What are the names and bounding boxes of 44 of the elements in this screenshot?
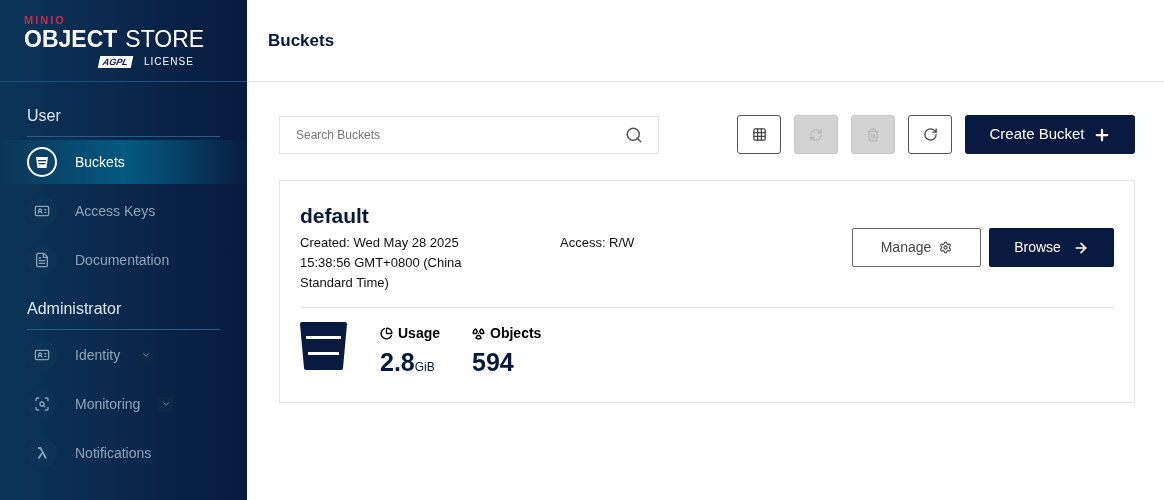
search-icon	[625, 125, 643, 144]
nav-label: Documentation	[75, 250, 170, 270]
radiation-icon	[472, 327, 486, 340]
toolbar-button[interactable]	[908, 115, 952, 154]
objects-label: Objects	[490, 324, 542, 343]
access-label: Access: R/W	[560, 234, 635, 252]
nav-label: Access Keys	[75, 201, 156, 221]
trash-icon	[866, 127, 880, 142]
section-heading: User	[27, 107, 61, 124]
nav-label: Notifications	[75, 443, 152, 463]
product-name-bold: OBJECT	[24, 28, 118, 51]
pie-chart-icon	[380, 327, 393, 340]
section-heading: Administrator	[27, 300, 122, 317]
nav-label: Monitoring	[75, 394, 141, 414]
manage-button[interactable]: Manage	[852, 228, 981, 267]
grid-icon	[751, 127, 767, 142]
created-date: Created: Wed May 28 2025 15:38:56 GMT+0800 (China Standard Time)	[300, 234, 463, 292]
nav-item[interactable]: Documentation	[0, 238, 247, 282]
objects-value: 594	[472, 347, 515, 378]
nav-label: Identity	[75, 345, 121, 365]
usage-label: Usage	[398, 324, 441, 343]
usage-unit: GiB	[414, 360, 435, 376]
chevron-down-icon[interactable]	[158, 396, 174, 412]
nav-item[interactable]: Identity	[0, 333, 247, 377]
bucket-icon	[300, 322, 347, 370]
refresh-icon	[922, 127, 938, 142]
nav-item[interactable]: Monitoring	[0, 382, 247, 426]
bucket-name: default	[300, 203, 370, 229]
create-bucket-button[interactable]: Create Bucket	[965, 115, 1135, 154]
nav-item[interactable]: Notifications	[0, 431, 247, 475]
nav-item[interactable]: Access Keys	[0, 189, 247, 233]
page-title: Buckets	[268, 29, 335, 52]
settings-icon	[939, 241, 953, 254]
usage-value: 2.8	[380, 347, 415, 378]
license-badge: AGPL	[97, 55, 134, 68]
toolbar-button[interactable]	[737, 115, 781, 154]
brand-logo-text: MINIO	[24, 15, 66, 26]
bucket-icon	[27, 147, 57, 177]
search-field[interactable]: Search Buckets	[279, 115, 659, 154]
browse-button[interactable]: Browse	[989, 228, 1114, 267]
sync-icon	[809, 127, 823, 142]
nav-label: Buckets	[75, 152, 125, 172]
license-label: LICENSE	[144, 55, 194, 69]
product-name-light: STORE	[125, 28, 205, 51]
